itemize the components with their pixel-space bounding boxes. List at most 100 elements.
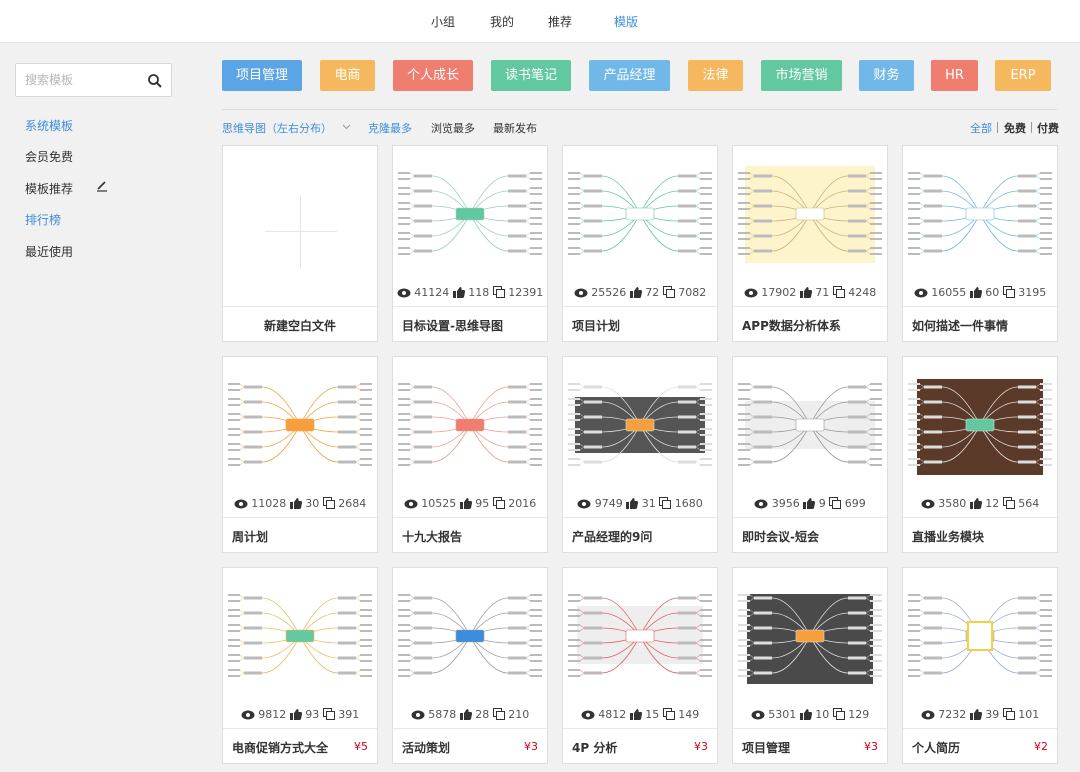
thumbs-up-icon [629, 287, 642, 298]
likes-count: 10 [815, 708, 830, 721]
views-count: 16055 [931, 286, 967, 299]
nav-templates[interactable]: 模版 [614, 13, 638, 30]
card-divider [223, 306, 377, 307]
views-icon [397, 288, 411, 298]
category-product-manager[interactable]: 产品经理 [589, 60, 670, 91]
likes-count: 72 [645, 286, 660, 299]
views-icon [921, 499, 935, 509]
category-reading-notes[interactable]: 读书笔记 [491, 60, 571, 91]
search-icon[interactable] [147, 73, 163, 89]
chevron-down-icon[interactable] [342, 124, 351, 130]
pricing-paid[interactable]: 付费 [1037, 120, 1059, 136]
clones-count: 3195 [1018, 286, 1047, 299]
template-card[interactable]: 3956 9 699 即时会议-短会 [732, 356, 888, 553]
price-badge: ¥5 [354, 740, 368, 753]
category-ecommerce[interactable]: 电商 [320, 60, 375, 91]
card-divider [903, 517, 1057, 518]
nav-mine[interactable]: 我的 [490, 13, 514, 30]
views-icon [234, 499, 248, 509]
category-law[interactable]: 法律 [688, 60, 743, 91]
thumbs-up-icon [803, 498, 816, 509]
category-finance[interactable]: 财务 [859, 60, 914, 91]
template-card[interactable]: 3580 12 564 直播业务模块 [902, 356, 1058, 553]
card-stats: 3580 12 564 [903, 497, 1057, 510]
likes-count: 15 [645, 708, 660, 721]
card-stats: 5878 28 210 [393, 708, 547, 721]
template-thumbnail [228, 594, 372, 677]
sort-newest[interactable]: 最新发布 [493, 120, 537, 136]
category-erp[interactable]: ERP [995, 60, 1051, 91]
views-count: 41124 [414, 286, 450, 299]
views-icon [241, 710, 255, 720]
template-card[interactable]: 17902 71 4248 APP数据分析体系 [732, 145, 888, 342]
search-input[interactable] [25, 64, 145, 96]
clone-icon [492, 708, 505, 720]
card-divider [733, 728, 887, 729]
card-divider [903, 306, 1057, 307]
nav-group[interactable]: 小组 [431, 13, 455, 30]
views-count: 3956 [771, 497, 800, 510]
template-card[interactable]: 7232 39 101 个人简历 ¥2 [902, 567, 1058, 764]
template-card[interactable]: 41124 118 12391 目标设置-思维导图 [392, 145, 548, 342]
card-title: 项目管理 [742, 741, 791, 755]
sidebar-item-recent[interactable]: 最近使用 [25, 243, 73, 260]
category-project-management[interactable]: 项目管理 [222, 60, 302, 91]
clone-icon [322, 497, 335, 509]
category-hr[interactable]: HR [931, 60, 978, 91]
views-count: 25526 [591, 286, 627, 299]
template-card[interactable]: 5301 10 129 项目管理 ¥3 [732, 567, 888, 764]
sidebar-item-member-free[interactable]: 会员免费 [25, 148, 73, 165]
sidebar-item-system-templates[interactable]: 系统模板 [25, 117, 73, 134]
views-icon [751, 710, 765, 720]
edit-icon[interactable] [96, 180, 108, 192]
thumbs-up-icon [452, 287, 465, 298]
thumbs-up-icon [629, 709, 642, 720]
thumbs-up-icon [459, 709, 472, 720]
clone-icon [829, 497, 842, 509]
clones-count: 129 [848, 708, 870, 721]
template-card[interactable]: 11028 30 2684 周计划 [222, 356, 378, 553]
thumbs-up-icon [459, 498, 472, 509]
sidebar-item-ranking[interactable]: 排行榜 [25, 211, 61, 228]
clones-count: 2016 [508, 497, 537, 510]
card-title: 4P 分析 [572, 741, 618, 755]
views-icon [581, 710, 595, 720]
views-icon [574, 288, 588, 298]
template-card[interactable]: 9812 93 391 电商促销方式大全 ¥5 [222, 567, 378, 764]
clone-icon [659, 497, 672, 509]
template-card[interactable]: 10525 95 2016 十九大报告 [392, 356, 548, 553]
card-divider [563, 306, 717, 307]
clones-count: 149 [678, 708, 700, 721]
sidebar-item-template-recommend[interactable]: 模板推荐 [25, 180, 73, 197]
pricing-all[interactable]: 全部 [970, 120, 992, 136]
search-box [15, 63, 172, 97]
clone-icon [662, 708, 675, 720]
template-card[interactable]: 16055 60 3195 如何描述一件事情 [902, 145, 1058, 342]
sort-most-cloned[interactable]: 克隆最多 [368, 120, 412, 136]
sort-most-viewed[interactable]: 浏览最多 [431, 120, 475, 136]
plus-icon [265, 231, 337, 232]
views-count: 5878 [428, 708, 457, 721]
card-divider [393, 517, 547, 518]
template-card[interactable]: 25526 72 7082 项目计划 [562, 145, 718, 342]
template-card[interactable]: 4812 15 149 4P 分析 ¥3 [562, 567, 718, 764]
map-type-select[interactable]: 思维导图（左右分布） [222, 120, 332, 136]
card-title: 产品经理的9问 [572, 530, 653, 544]
card-title: 周计划 [232, 530, 269, 544]
template-card[interactable]: 5878 28 210 活动策划 ¥3 [392, 567, 548, 764]
category-marketing[interactable]: 市场营销 [761, 60, 842, 91]
new-blank-file-card[interactable]: 新建空白文件 [222, 145, 378, 342]
template-card[interactable]: 9749 31 1680 产品经理的9问 [562, 356, 718, 553]
card-divider [563, 728, 717, 729]
likes-count: 60 [985, 286, 1000, 299]
views-count: 11028 [251, 497, 287, 510]
category-personal-growth[interactable]: 个人成长 [393, 60, 473, 91]
clones-count: 564 [1018, 497, 1040, 510]
likes-count: 118 [468, 286, 490, 299]
template-thumbnail [568, 172, 712, 255]
views-icon [404, 499, 418, 509]
likes-count: 39 [985, 708, 1000, 721]
pricing-free[interactable]: 免费 [1004, 120, 1026, 136]
nav-recommend[interactable]: 推荐 [548, 13, 572, 30]
card-divider [393, 306, 547, 307]
